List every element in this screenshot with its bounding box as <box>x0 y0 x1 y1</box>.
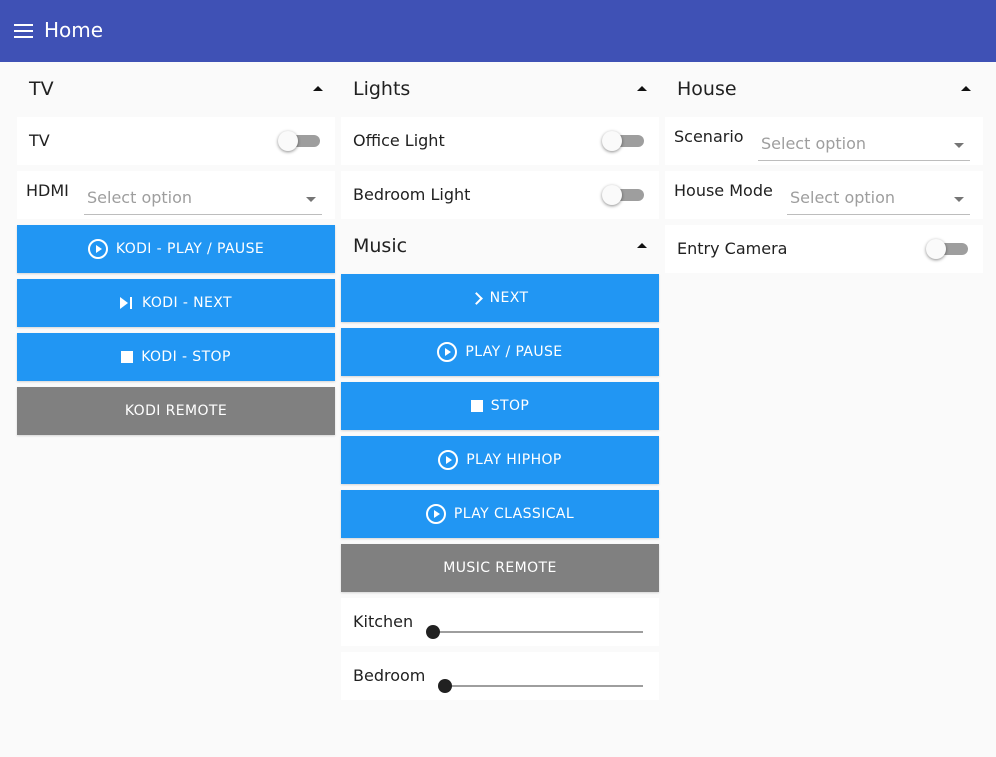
page-title: Home <box>44 18 104 42</box>
tv-column: TV TV HDMI Select option KODI - PLAY / P… <box>17 62 335 441</box>
kodi-stop-label: KODI - STOP <box>141 349 231 365</box>
play-classical-label: PLAY CLASSICAL <box>453 506 575 522</box>
kitchen-volume-row: Kitchen <box>341 598 659 646</box>
stop-icon <box>470 400 483 412</box>
lights-group-title: Lights <box>353 78 411 100</box>
hdmi-select[interactable]: Select option <box>84 179 322 215</box>
lights-group-header: Lights <box>341 62 659 117</box>
scenario-select-placeholder: Select option <box>761 134 867 153</box>
play-hiphop-label: PLAY HIPHOP <box>466 452 562 468</box>
collapse-caret-icon[interactable] <box>313 86 323 91</box>
house-mode-row: House Mode Select option <box>665 171 983 219</box>
hdmi-row: HDMI Select option <box>17 171 335 219</box>
entry-camera-row: Entry Camera <box>665 225 983 273</box>
dropdown-arrow-icon <box>306 197 316 202</box>
collapse-caret-icon[interactable] <box>961 86 971 91</box>
dropdown-arrow-icon <box>954 143 964 148</box>
music-remote-label: MUSIC REMOTE <box>443 560 557 576</box>
hdmi-select-placeholder: Select option <box>87 188 193 207</box>
office-light-label: Office Light <box>353 131 445 150</box>
house-mode-select-placeholder: Select option <box>790 188 896 207</box>
office-light-row: Office Light <box>341 117 659 165</box>
slider-track <box>444 685 643 687</box>
slider-thumb[interactable] <box>426 625 440 639</box>
tv-group-header: TV <box>17 62 335 117</box>
play-circle-icon <box>437 342 458 362</box>
music-play-pause-label: PLAY / PAUSE <box>465 344 563 360</box>
bedroom-volume-row: Bedroom <box>341 652 659 700</box>
tv-toggle-label: TV <box>29 131 50 150</box>
chevron-right-icon <box>472 292 482 304</box>
play-hiphop-button[interactable]: PLAY HIPHOP <box>341 436 659 484</box>
music-group-header: Music <box>341 219 659 274</box>
skip-next-icon <box>120 297 134 309</box>
app-toolbar: Home <box>0 0 996 62</box>
kitchen-volume-label: Kitchen <box>353 612 414 631</box>
kodi-remote-label: KODI REMOTE <box>124 403 228 419</box>
entry-camera-toggle[interactable] <box>926 239 968 259</box>
kitchen-volume-slider[interactable] <box>426 624 643 640</box>
kodi-stop-button[interactable]: KODI - STOP <box>17 333 335 381</box>
house-mode-label: House Mode <box>674 181 773 200</box>
music-remote-button[interactable]: MUSIC REMOTE <box>341 544 659 592</box>
bedroom-light-label: Bedroom Light <box>353 185 471 204</box>
play-circle-icon <box>425 504 446 524</box>
scenario-label: Scenario <box>674 127 744 146</box>
music-next-button[interactable]: NEXT <box>341 274 659 322</box>
toggle-knob <box>278 131 298 151</box>
house-mode-select[interactable]: Select option <box>787 179 970 215</box>
play-classical-button[interactable]: PLAY CLASSICAL <box>341 490 659 538</box>
collapse-caret-icon[interactable] <box>637 243 647 248</box>
tv-toggle[interactable] <box>278 131 320 151</box>
toggle-knob <box>926 239 946 259</box>
lights-music-column: Lights Office Light Bedroom Light Music … <box>341 62 659 706</box>
scenario-row: Scenario Select option <box>665 117 983 165</box>
kodi-play-pause-button[interactable]: KODI - PLAY / PAUSE <box>17 225 335 273</box>
dropdown-arrow-icon <box>954 197 964 202</box>
kodi-next-button[interactable]: KODI - NEXT <box>17 279 335 327</box>
scenario-select[interactable]: Select option <box>758 125 970 161</box>
bedroom-volume-slider[interactable] <box>438 678 643 694</box>
music-play-pause-button[interactable]: PLAY / PAUSE <box>341 328 659 376</box>
music-group-title: Music <box>353 235 408 257</box>
hdmi-label: HDMI <box>26 181 69 200</box>
house-group-title: House <box>677 78 737 100</box>
office-light-toggle[interactable] <box>602 131 644 151</box>
music-next-label: NEXT <box>489 290 529 306</box>
collapse-caret-icon[interactable] <box>637 86 647 91</box>
entry-camera-label: Entry Camera <box>677 239 788 258</box>
house-group-header: House <box>665 62 983 117</box>
kodi-next-label: KODI - NEXT <box>142 295 232 311</box>
bedroom-light-toggle[interactable] <box>602 185 644 205</box>
slider-track <box>432 631 643 633</box>
music-stop-button[interactable]: STOP <box>341 382 659 430</box>
play-circle-icon <box>87 239 108 259</box>
tv-group-title: TV <box>29 78 54 100</box>
kodi-remote-button[interactable]: KODI REMOTE <box>17 387 335 435</box>
tv-toggle-row: TV <box>17 117 335 165</box>
slider-thumb[interactable] <box>438 679 452 693</box>
house-column: House Scenario Select option House Mode … <box>665 62 983 279</box>
toggle-knob <box>602 185 622 205</box>
kodi-play-pause-label: KODI - PLAY / PAUSE <box>115 241 265 257</box>
menu-icon[interactable] <box>14 23 34 39</box>
stop-icon <box>121 351 134 363</box>
bedroom-light-row: Bedroom Light <box>341 171 659 219</box>
play-circle-icon <box>438 450 459 470</box>
music-stop-label: STOP <box>490 398 530 414</box>
bedroom-volume-label: Bedroom <box>353 666 426 685</box>
toggle-knob <box>602 131 622 151</box>
